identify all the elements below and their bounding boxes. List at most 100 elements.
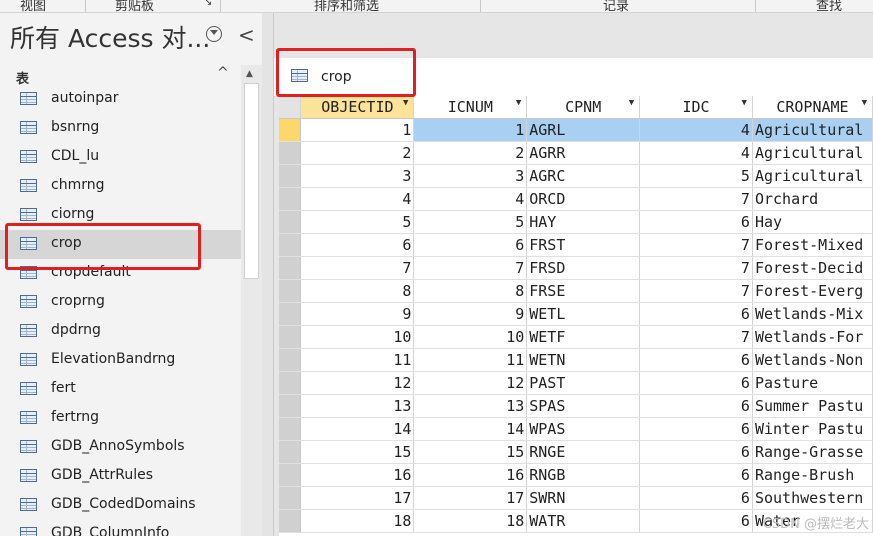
pane-splitter[interactable] [262, 13, 274, 536]
cell-icnum[interactable]: 13 [413, 394, 528, 418]
cell-objectid[interactable]: 12 [300, 371, 415, 395]
cell-icnum[interactable]: 3 [413, 164, 528, 188]
table-row[interactable]: 16 16 RNGB 6 Range-Brush [279, 463, 873, 487]
cell-icnum[interactable]: 1 [413, 118, 528, 142]
cell-idc[interactable]: 7 [639, 256, 753, 280]
record-selector[interactable] [279, 463, 302, 487]
table-row[interactable]: 15 15 RNGE 6 Range-Grasse [279, 440, 873, 464]
record-selector[interactable] [279, 486, 302, 510]
record-selector[interactable] [279, 394, 302, 418]
cell-idc[interactable]: 6 [639, 302, 753, 326]
cell-icnum[interactable]: 10 [413, 325, 528, 349]
cell-icnum[interactable]: 6 [413, 233, 528, 257]
table-row[interactable]: 4 4 ORCD 7 Orchard [279, 187, 873, 211]
cell-cpnm[interactable]: AGRR [526, 141, 641, 165]
cell-idc[interactable]: 6 [639, 509, 753, 533]
cell-cpnm[interactable]: RNGB [526, 463, 641, 487]
cell-cropname[interactable]: Southwestern [752, 486, 873, 510]
nav-item-gdb-attrrules[interactable]: GDB_AttrRules [0, 462, 241, 491]
nav-item-elevationbandrng[interactable]: ElevationBandrng [0, 346, 241, 375]
cell-idc[interactable]: 6 [639, 440, 753, 464]
nav-item-autoinpar[interactable]: autoinpar [0, 85, 241, 114]
cell-idc[interactable]: 7 [639, 187, 753, 211]
cell-cropname[interactable]: Forest-Everg [752, 279, 873, 303]
nav-item-dpdrng[interactable]: dpdrng [0, 317, 241, 346]
column-header-icnum[interactable]: ICNUM ▼ [413, 96, 528, 119]
filter-dropdown-icon[interactable]: ▼ [516, 98, 521, 108]
nav-scroll-thumb[interactable] [244, 83, 259, 279]
cell-idc[interactable]: 7 [639, 233, 753, 257]
nav-item-chmrng[interactable]: chmrng [0, 172, 241, 201]
nav-item-fertrng[interactable]: fertrng [0, 404, 241, 433]
cell-cropname[interactable]: Forest-Mixed [752, 233, 873, 257]
cell-icnum[interactable]: 7 [413, 256, 528, 280]
cell-objectid[interactable]: 17 [300, 486, 415, 510]
cell-cropname[interactable]: Wetlands-Mix [752, 302, 873, 326]
cell-cpnm[interactable]: AGRC [526, 164, 641, 188]
cell-cpnm[interactable]: WETF [526, 325, 641, 349]
table-row[interactable]: 10 10 WETF 7 Wetlands-For [279, 325, 873, 349]
cell-cpnm[interactable]: FRSE [526, 279, 641, 303]
record-selector[interactable] [279, 325, 302, 349]
column-header-cropname[interactable]: CROPNAME ▼ [752, 96, 873, 119]
table-row[interactable]: 3 3 AGRC 5 Agricultural [279, 164, 873, 188]
cell-cropname[interactable]: Summer Pastu [752, 394, 873, 418]
cell-cropname[interactable]: Agricultural [752, 164, 873, 188]
table-row[interactable]: 6 6 FRST 7 Forest-Mixed [279, 233, 873, 257]
nav-item-fert[interactable]: fert [0, 375, 241, 404]
record-selector[interactable] [279, 417, 302, 441]
cell-objectid[interactable]: 6 [300, 233, 415, 257]
record-selector[interactable] [279, 509, 302, 533]
cell-cropname[interactable]: Hay [752, 210, 873, 234]
nav-item-croprng[interactable]: croprng [0, 288, 241, 317]
record-selector[interactable] [279, 187, 302, 211]
table-row[interactable]: 13 13 SPAS 6 Summer Pastu [279, 394, 873, 418]
cell-cropname[interactable]: Agricultural [752, 141, 873, 165]
cell-objectid[interactable]: 18 [300, 509, 415, 533]
cell-cropname[interactable]: Wetlands-For [752, 325, 873, 349]
nav-item-cdl-lu[interactable]: CDL_lu [0, 143, 241, 172]
nav-pane-title[interactable]: 所有 Access 对... [10, 19, 210, 55]
table-row[interactable]: 8 8 FRSE 7 Forest-Everg [279, 279, 873, 303]
table-row[interactable]: 11 11 WETN 6 Wetlands-Non [279, 348, 873, 372]
filter-dropdown-icon[interactable]: ▼ [742, 98, 747, 108]
nav-collapse-button[interactable]: < [238, 23, 255, 47]
cell-icnum[interactable]: 5 [413, 210, 528, 234]
cell-icnum[interactable]: 14 [413, 417, 528, 441]
table-row[interactable]: 2 2 AGRR 4 Agricultural [279, 141, 873, 165]
cell-icnum[interactable]: 8 [413, 279, 528, 303]
cell-idc[interactable]: 6 [639, 394, 753, 418]
cell-objectid[interactable]: 15 [300, 440, 415, 464]
nav-menu-dropdown-icon[interactable] [206, 26, 222, 42]
cell-objectid[interactable]: 10 [300, 325, 415, 349]
cell-cpnm[interactable]: WETL [526, 302, 641, 326]
cell-icnum[interactable]: 18 [413, 509, 528, 533]
cell-cropname[interactable]: Wetlands-Non [752, 348, 873, 372]
cell-idc[interactable]: 6 [639, 486, 753, 510]
cell-cropname[interactable]: Pasture [752, 371, 873, 395]
nav-item-gdb-annosymbols[interactable]: GDB_AnnoSymbols [0, 433, 241, 462]
cell-cpnm[interactable]: SPAS [526, 394, 641, 418]
cell-objectid[interactable]: 9 [300, 302, 415, 326]
nav-scrollbar[interactable]: ▲ [241, 65, 262, 536]
cell-objectid[interactable]: 16 [300, 463, 415, 487]
record-selector[interactable] [279, 118, 302, 142]
cell-cpnm[interactable]: WPAS [526, 417, 641, 441]
cell-objectid[interactable]: 2 [300, 141, 415, 165]
cell-cpnm[interactable]: AGRL [526, 118, 641, 142]
record-selector[interactable] [279, 210, 302, 234]
table-row[interactable]: 5 5 HAY 6 Hay [279, 210, 873, 234]
cell-icnum[interactable]: 9 [413, 302, 528, 326]
record-selector[interactable] [279, 348, 302, 372]
cell-idc[interactable]: 6 [639, 348, 753, 372]
record-selector[interactable] [279, 164, 302, 188]
cell-objectid[interactable]: 14 [300, 417, 415, 441]
cell-cpnm[interactable]: WATR [526, 509, 641, 533]
cell-cpnm[interactable]: ORCD [526, 187, 641, 211]
cell-idc[interactable]: 7 [639, 279, 753, 303]
table-row[interactable]: 7 7 FRSD 7 Forest-Decid [279, 256, 873, 280]
cell-idc[interactable]: 4 [639, 118, 753, 142]
cell-icnum[interactable]: 2 [413, 141, 528, 165]
record-selector[interactable] [279, 256, 302, 280]
section-collapse-icon[interactable]: ^ [217, 65, 229, 81]
